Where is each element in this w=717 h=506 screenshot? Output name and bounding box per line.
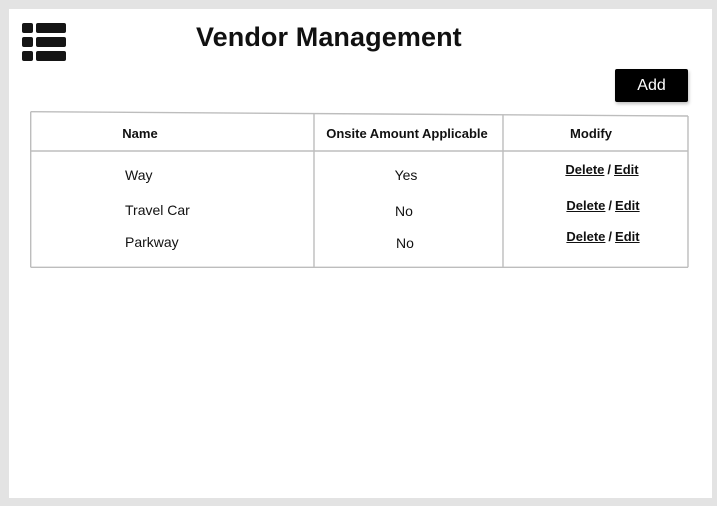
column-header-onsite-amount: Onsite Amount Applicable xyxy=(326,126,488,141)
delete-link[interactable]: Delete xyxy=(565,162,604,177)
table-list-icon-row xyxy=(22,23,66,33)
onsite-amount-value: Yes xyxy=(394,167,418,183)
modify-separator: / xyxy=(608,198,613,213)
modify-actions: Delete / Edit xyxy=(566,198,639,213)
modify-actions: Delete / Edit xyxy=(566,229,639,244)
vendor-name: Parkway xyxy=(125,234,179,250)
table-list-icon-row xyxy=(22,51,66,61)
table-list-icon-row xyxy=(22,37,66,47)
edit-link[interactable]: Edit xyxy=(614,162,639,177)
modify-separator: / xyxy=(608,229,613,244)
vendor-name: Way xyxy=(125,167,153,183)
vendor-name: Travel Car xyxy=(125,202,190,218)
onsite-amount-value: No xyxy=(396,235,414,251)
table-list-icon[interactable] xyxy=(22,23,66,61)
modify-actions: Delete / Edit xyxy=(565,162,638,177)
edit-link[interactable]: Edit xyxy=(615,229,640,244)
add-button[interactable]: Add xyxy=(615,69,688,102)
column-header-modify: Modify xyxy=(570,126,612,141)
column-header-name: Name xyxy=(122,126,158,141)
delete-link[interactable]: Delete xyxy=(566,198,605,213)
modify-separator: / xyxy=(607,162,612,177)
edit-link[interactable]: Edit xyxy=(615,198,640,213)
delete-link[interactable]: Delete xyxy=(566,229,605,244)
page-title: Vendor Management xyxy=(196,22,462,52)
onsite-amount-value: No xyxy=(395,203,413,219)
vendor-table: Name Onsite Amount Applicable Modify Way… xyxy=(30,111,689,268)
